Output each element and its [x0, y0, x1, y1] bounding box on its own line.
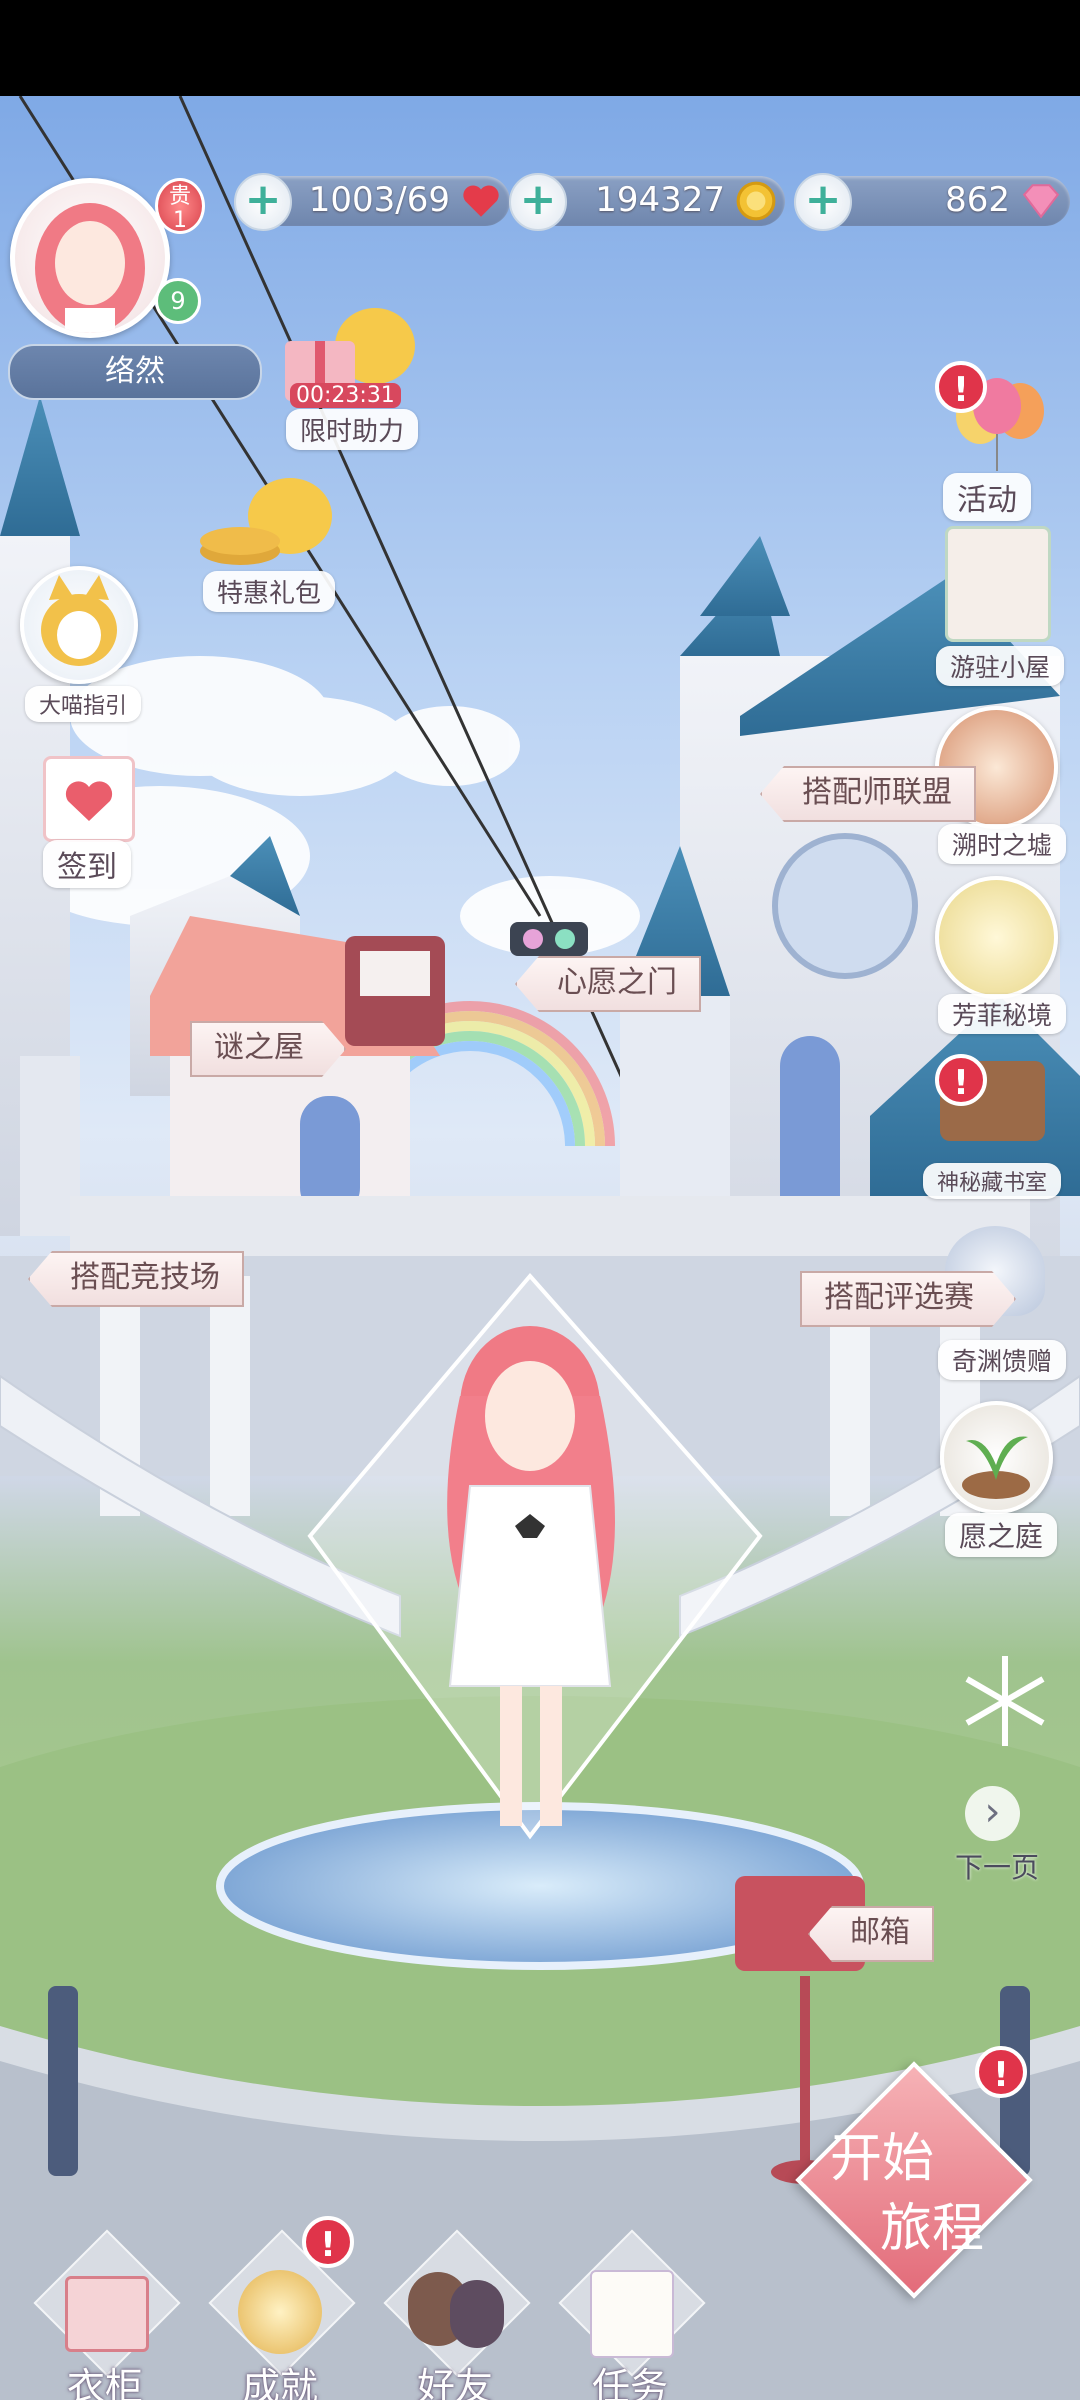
gold-bar: + 194327: [509, 173, 785, 231]
nav-achievements-label: 成就: [241, 2365, 318, 2400]
start-line2: 旅程: [880, 2199, 985, 2259]
add-stamina-button[interactable]: +: [234, 173, 292, 231]
arena-label: 搭配竞技场: [70, 1260, 220, 1295]
stamina-bar: + 1003/69: [234, 173, 510, 231]
cat-icon: [41, 575, 117, 666]
diamond-value: 862: [945, 180, 1010, 220]
task-list-icon: [590, 2270, 674, 2358]
coin-icon: [736, 181, 776, 221]
cat-guide-icon-frame: [20, 566, 138, 684]
mailbox-label: 邮箱: [850, 1915, 910, 1950]
mystery-house-label: 谜之屋: [214, 1030, 304, 1065]
stamina-value: 1003/69: [308, 180, 450, 220]
limited-help-label: 限时助力: [286, 409, 419, 450]
stylist-alliance-label: 搭配师联盟: [802, 775, 952, 810]
wish-gate-sign[interactable]: 心愿之门: [515, 956, 701, 1012]
sprout-glyph: [962, 1436, 1030, 1499]
mystery-house-sign[interactable]: 谜之屋: [190, 1021, 346, 1077]
stylist-alliance-sign[interactable]: 搭配师联盟: [760, 766, 976, 822]
player-avatar[interactable]: [10, 178, 170, 338]
library-alert-icon: !: [935, 1054, 987, 1106]
snowflake-icon[interactable]: [955, 1651, 1055, 1746]
achievements-alert-icon: !: [302, 2216, 354, 2268]
next-page-label: 下一页: [955, 1851, 1040, 1884]
snowflake-glyph: [965, 1656, 1045, 1746]
nav-wardrobe[interactable]: 衣柜: [30, 2229, 181, 2400]
player-level: 9: [170, 287, 186, 315]
calendar-icon: [43, 756, 135, 842]
rank-badge[interactable]: 贵 1: [155, 178, 205, 234]
medal-icon: [238, 2270, 322, 2354]
player-level-badge: 9: [155, 278, 201, 324]
mailbox-sign[interactable]: 邮箱: [808, 1906, 934, 1962]
coins-duck-icon: [200, 478, 332, 565]
lodge-label: 游驻小屋: [936, 646, 1065, 686]
activity-label: 活动: [943, 473, 1031, 521]
arena-sign[interactable]: 搭配竞技场: [28, 1251, 244, 1307]
player-name-bar[interactable]: 络然: [8, 344, 262, 400]
sprout-icon: [940, 1401, 1053, 1514]
player-name: 络然: [105, 354, 165, 389]
activity-alert-icon: !: [935, 361, 987, 413]
checkin[interactable]: 签到: [35, 756, 145, 888]
limited-help-event[interactable]: 00:23:31 限时助力: [270, 301, 420, 450]
chevron-right-icon: ›: [965, 1786, 1020, 1841]
lodge-card-icon: [945, 526, 1051, 642]
start-alert-icon: !: [975, 2046, 1027, 2098]
diamond-icon: [1022, 184, 1060, 219]
wish-garden-label: 愿之庭: [945, 1513, 1058, 1557]
review-label: 搭配评选赛: [824, 1280, 974, 1315]
wish-gate-label: 心愿之门: [557, 965, 677, 1000]
nav-friends[interactable]: 好友: [380, 2229, 531, 2400]
cat-guide[interactable]: 大喵指引: [15, 566, 145, 726]
home-scene: 贵 1 9 络然 + 1003/69 + 194327 + 862 00:23:…: [0, 96, 1080, 2400]
nav-tasks[interactable]: 任务: [555, 2229, 706, 2400]
add-diamond-button[interactable]: +: [794, 173, 852, 231]
floral-realm-label: 芳菲秘境: [938, 994, 1067, 1034]
diamond-bar: + 862: [794, 173, 1070, 231]
wish-garden-button[interactable]: 愿之庭: [935, 1401, 1075, 1561]
add-gold-button[interactable]: +: [509, 173, 567, 231]
review-sign[interactable]: 搭配评选赛: [800, 1271, 1016, 1327]
status-bar: [0, 0, 1080, 96]
special-pack-event[interactable]: 特惠礼包: [195, 476, 355, 616]
nav-tasks-label: 任务: [591, 2365, 668, 2400]
avatar-portrait: [35, 203, 145, 333]
limited-help-timer: 00:23:31: [290, 383, 401, 408]
gold-value: 194327: [595, 180, 725, 220]
cat-guide-label: 大喵指引: [25, 686, 142, 722]
background-art: [0, 96, 1080, 2400]
next-page-button[interactable]: › 下一页: [955, 1786, 1065, 1886]
time-ruins-label: 溯时之墟: [938, 824, 1067, 864]
checkin-label: 签到: [43, 840, 131, 888]
mystery-library-label: 神秘藏书室: [923, 1163, 1062, 1199]
floral-realm-button[interactable]: 芳菲秘境: [930, 876, 1070, 1034]
rank-badge-text: 贵 1: [168, 184, 191, 233]
heart-calendar-icon: [65, 781, 113, 821]
special-pack-label: 特惠礼包: [203, 571, 336, 612]
start-line1: 开始: [830, 2129, 935, 2189]
friend-icon-b: [450, 2280, 504, 2348]
butterfly-icon: [935, 876, 1058, 999]
lodge-button[interactable]: 游驻小屋: [936, 526, 1070, 686]
wardrobe-icon: [65, 2276, 149, 2352]
heart-icon: [463, 185, 499, 217]
nav-friends-label: 好友: [416, 2365, 493, 2400]
nav-wardrobe-label: 衣柜: [66, 2365, 143, 2400]
abyss-gift-label: 奇渊馈赠: [938, 1340, 1067, 1380]
